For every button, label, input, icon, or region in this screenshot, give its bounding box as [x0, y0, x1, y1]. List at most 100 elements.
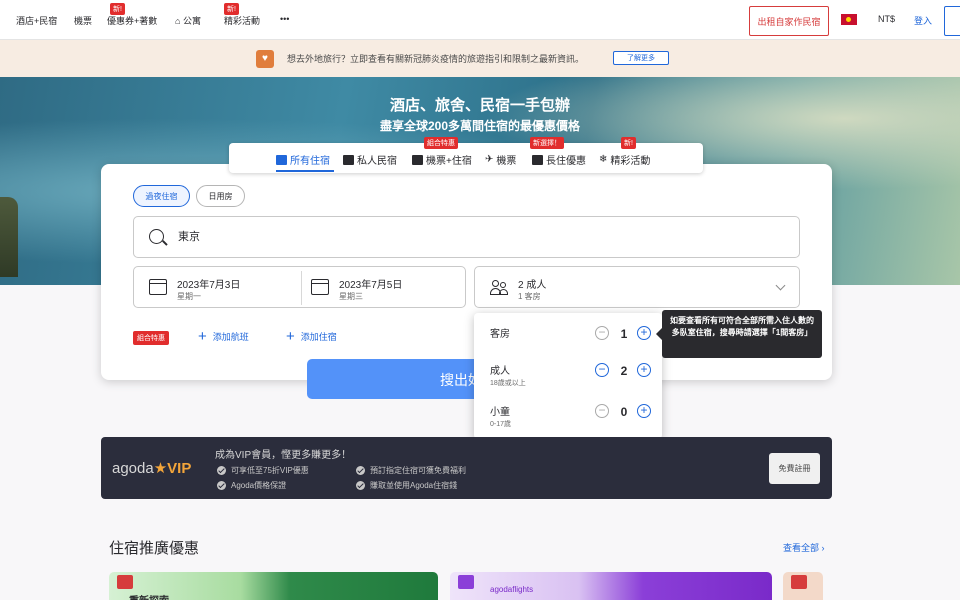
- rooms-count: 1: [620, 327, 628, 341]
- adults-minus-button[interactable]: −: [595, 363, 609, 377]
- rooms-row: 客房 − 1 +: [490, 325, 655, 355]
- new-badge: 新!: [224, 3, 239, 15]
- children-age-hint: 0-17歲: [490, 421, 512, 428]
- learn-more-button[interactable]: 了解更多: [613, 51, 669, 65]
- occupancy-selector[interactable]: 2 成人 1 客房: [474, 266, 800, 308]
- vip-benefit-text: 可享低至75折VIP優惠: [231, 466, 309, 475]
- more-menu-icon[interactable]: •••: [280, 14, 289, 24]
- bundle-icon: [412, 154, 423, 165]
- signup-button[interactable]: [944, 6, 960, 36]
- nav-activities[interactable]: 精彩活動: [224, 14, 260, 27]
- promo-card[interactable]: [783, 572, 823, 600]
- vip-benefit: 可享低至75折VIP優惠: [217, 465, 309, 476]
- destination-input[interactable]: [178, 230, 478, 242]
- adults-plus-button[interactable]: +: [637, 363, 651, 377]
- tab-private-homes[interactable]: 私人民宿: [343, 152, 397, 167]
- nav-apartments[interactable]: ⌂ 公寓: [175, 14, 201, 27]
- nav-coupons[interactable]: 優惠券+著數: [107, 14, 157, 27]
- agoda-vip-logo: agoda★VIP: [112, 459, 191, 477]
- chevron-down-icon: [775, 280, 786, 291]
- people-icon: [490, 280, 508, 296]
- promo-card[interactable]: 重新探索: [109, 572, 438, 600]
- date-picker[interactable]: 2023年7月3日 星期一 2023年7月5日 星期三: [133, 266, 466, 308]
- children-label: 小童: [490, 407, 510, 418]
- nav-hotels[interactable]: 酒店+民宿: [16, 14, 57, 27]
- add-flight-link[interactable]: + 添加航班: [198, 327, 249, 345]
- hotel-icon: [791, 575, 807, 589]
- bundle-deal-badge: 組合特惠: [133, 331, 169, 345]
- promo-card[interactable]: agodaflights: [450, 572, 772, 600]
- rooms-plus-button[interactable]: +: [637, 326, 651, 340]
- vip-banner: agoda★VIP 成為VIP會員，慳更多賺更多！ 可享低至75折VIP優惠 預…: [101, 437, 832, 499]
- day-use-toggle[interactable]: 日用房: [196, 185, 245, 207]
- adults-label: 成人: [490, 366, 510, 377]
- occupancy-popup: 客房 − 1 + 成人 18歲或以上 − 2 + 小童 0-17歲 − 0 +: [474, 313, 662, 439]
- tab-activities[interactable]: ❄ 精彩活動: [599, 152, 650, 167]
- children-row: 小童 0-17歲 − 0 +: [490, 403, 655, 433]
- rooms-label: 客房: [490, 329, 510, 340]
- new-badge: 新!: [110, 3, 125, 15]
- children-minus-button[interactable]: −: [595, 404, 609, 418]
- overnight-stay-toggle[interactable]: 過夜住宿: [133, 185, 190, 207]
- checkin-calendar-icon: [149, 279, 167, 295]
- star-icon: ★: [153, 460, 168, 477]
- children-count: 0: [620, 405, 628, 419]
- active-tab-indicator: [276, 170, 334, 172]
- tab-flight-hotel[interactable]: 機票+住宿: [412, 152, 472, 167]
- children-plus-button[interactable]: +: [637, 404, 651, 418]
- nav-apartments-label: 公寓: [182, 16, 201, 26]
- tab-flights[interactable]: ✈ 機票: [485, 152, 516, 167]
- add-flight-label: 添加航班: [212, 332, 249, 342]
- check-icon: [217, 481, 226, 490]
- currency-selector[interactable]: NT$: [878, 14, 895, 24]
- vip-benefit-text: 賺取並使用Agoda住宿錢: [370, 481, 458, 490]
- add-stay-label: 添加住宿: [300, 332, 337, 342]
- check-icon: [356, 481, 365, 490]
- hotel-icon: [117, 575, 133, 589]
- search-icon: [149, 229, 164, 244]
- login-link[interactable]: 登入: [914, 14, 932, 27]
- house-icon: [343, 154, 354, 165]
- vip-benefit-text: 預訂指定住宿可獲免費福利: [370, 466, 466, 475]
- vip-benefit: 預訂指定住宿可獲免費福利: [356, 465, 466, 476]
- activity-icon: ❄: [599, 154, 608, 165]
- vip-signup-button[interactable]: 免費註冊: [769, 453, 820, 484]
- vip-title: 成為VIP會員，慳更多賺更多！: [215, 450, 352, 461]
- checkin-date: 2023年7月3日: [177, 280, 241, 291]
- tab-label: 機票: [496, 156, 517, 167]
- new-badge: 新!: [621, 137, 636, 149]
- notice-text: 想去外地旅行？立即查看有關新冠肺炎疫情的旅遊指引和限制之最新資訊。: [287, 54, 585, 64]
- destination-field[interactable]: [133, 216, 800, 258]
- apartment-icon: ⌂: [175, 16, 181, 26]
- briefcase-icon: ♥: [256, 50, 274, 68]
- tab-label: 機票+住宿: [426, 156, 472, 167]
- checkout-calendar-icon: [311, 279, 329, 295]
- vip-benefit: Agoda價格保證: [217, 480, 286, 491]
- check-icon: [356, 466, 365, 475]
- hero-title: 酒店、旅舍、民宿一手包辦: [389, 97, 570, 114]
- see-all-link[interactable]: 查看全部 ›: [783, 541, 825, 554]
- checkout-weekday: 星期三: [339, 292, 363, 301]
- vip-benefit-text: Agoda價格保證: [231, 481, 287, 490]
- tab-long-stays[interactable]: 長住優惠: [532, 152, 586, 167]
- host-property-button[interactable]: 出租自家作民宿: [749, 6, 829, 36]
- airplane-icon: ✈: [485, 154, 494, 165]
- plus-icon: +: [198, 327, 207, 345]
- check-icon: [217, 466, 226, 475]
- building-icon: [276, 154, 287, 165]
- occupancy-summary: 2 成人: [518, 280, 547, 291]
- add-stay-link[interactable]: + 添加住宿: [286, 329, 337, 344]
- vip-wordmark: VIP: [167, 460, 192, 477]
- calendar-icon: [532, 154, 543, 165]
- promo-card-text: agodaflights: [490, 585, 534, 594]
- tab-all-stays[interactable]: 所有住宿: [276, 152, 330, 167]
- checkin-weekday: 星期一: [177, 292, 201, 301]
- language-flag-icon[interactable]: [841, 14, 857, 25]
- vip-benefit: 賺取並使用Agoda住宿錢: [356, 480, 457, 491]
- adults-row: 成人 18歲或以上 − 2 +: [490, 362, 655, 392]
- rooms-minus-button[interactable]: −: [595, 326, 609, 340]
- hero-rock-decoration: [0, 197, 18, 277]
- travel-notice-bar: ♥ 想去外地旅行？立即查看有關新冠肺炎疫情的旅遊指引和限制之最新資訊。 了解更多: [0, 40, 960, 77]
- room-summary: 1 客房: [518, 292, 541, 301]
- nav-flights[interactable]: 機票: [74, 14, 92, 27]
